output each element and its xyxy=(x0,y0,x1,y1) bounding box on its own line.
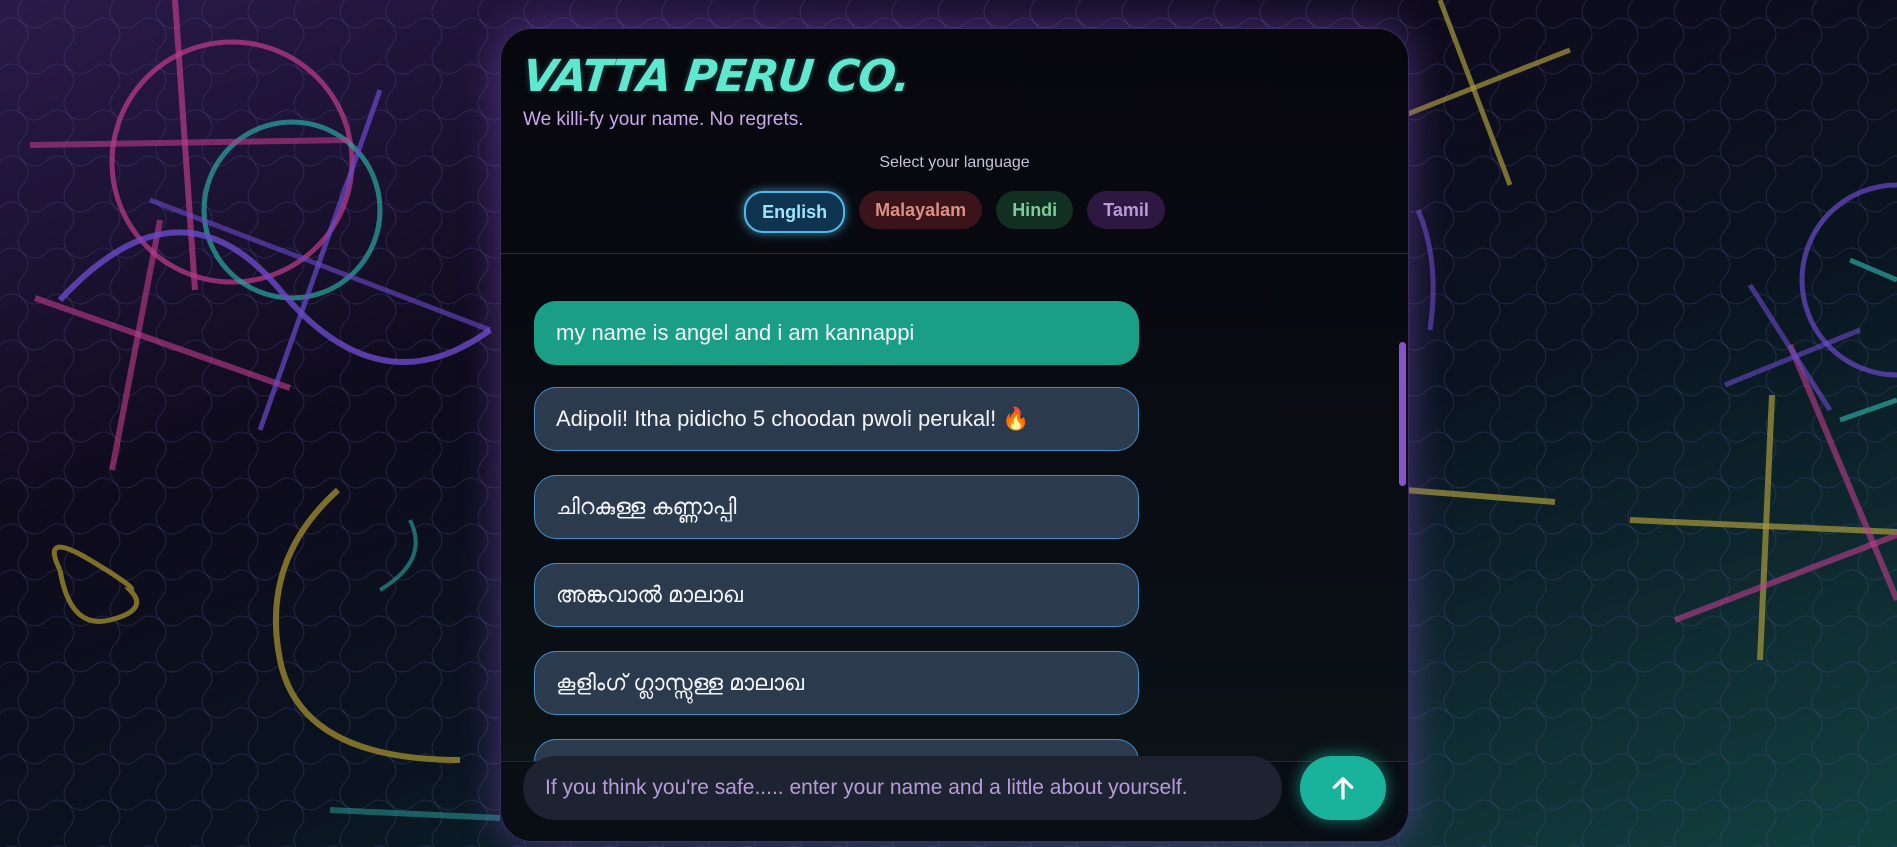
name-suggestion[interactable]: ചിറകുള്ള കണ്ണാപ്പി xyxy=(534,475,1139,539)
send-button[interactable] xyxy=(1300,756,1386,820)
lang-option-english[interactable]: English xyxy=(744,191,846,233)
language-label: Select your language xyxy=(879,154,1030,171)
bot-message: Adipoli! Itha pidicho 5 choodan pwoli pe… xyxy=(534,387,1139,451)
brand-title: VATTA PERU CO. xyxy=(520,51,913,102)
lang-option-tamil[interactable]: Tamil xyxy=(1087,191,1165,229)
message-text: കൂളിംഗ് ഗ്ലാസ്സുള്ള മാലാഖ xyxy=(556,670,804,695)
user-message: my name is angel and i am kannappi xyxy=(534,301,1139,365)
message-text: അങ്കവാൽ മാലാഖ xyxy=(556,582,743,607)
message-text: Adipoli! Itha pidicho 5 choodan pwoli pe… xyxy=(556,406,1030,431)
header: VATTA PERU CO. We killi-fy your name. No… xyxy=(501,29,1408,254)
arrow-up-icon xyxy=(1332,777,1354,800)
lang-option-malayalam[interactable]: Malayalam xyxy=(859,191,983,229)
language-selector: English Malayalam Hindi Tamil xyxy=(501,191,1408,233)
brand-tagline: We killi-fy your name. No regrets. xyxy=(523,109,804,130)
name-suggestion[interactable]: കൂളിംഗ് ഗ്ലാസ്സുള്ള മാലാഖ xyxy=(534,651,1139,715)
name-suggestion[interactable]: അങ്കവാൽ മാലാഖ xyxy=(534,563,1139,627)
message-text: ചിറകുള്ള കണ്ണാപ്പി xyxy=(556,494,737,519)
chat-thread[interactable]: my name is angel and i am kannappi Adipo… xyxy=(501,254,1408,761)
message-input[interactable] xyxy=(523,756,1282,820)
app-window: VATTA PERU CO. We killi-fy your name. No… xyxy=(500,28,1409,842)
message-text: my name is angel and i am kannappi xyxy=(556,320,915,345)
chat-scrollbar[interactable] xyxy=(1399,342,1406,486)
lang-option-hindi[interactable]: Hindi xyxy=(996,191,1074,229)
